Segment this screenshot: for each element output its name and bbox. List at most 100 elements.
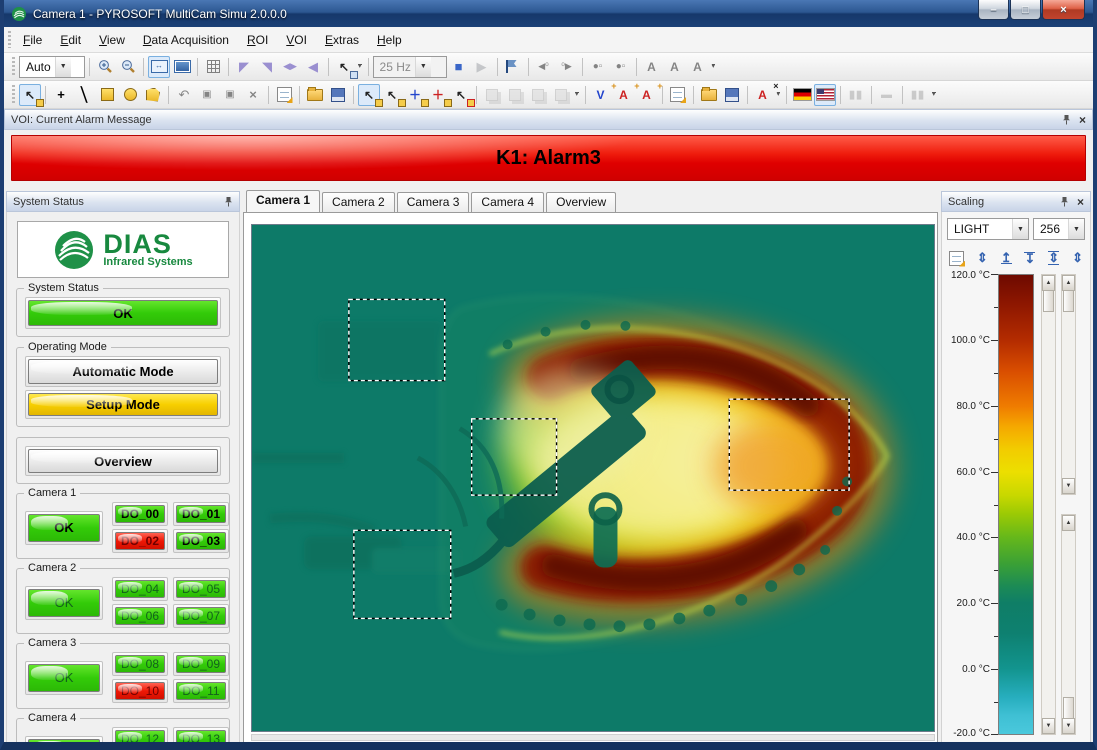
pin-icon[interactable] (224, 196, 233, 207)
toolbar-overflow-icon[interactable]: ▾ (777, 92, 781, 97)
horizontal-scrollbar[interactable] (251, 734, 935, 741)
tab-camera4[interactable]: Camera 4 (471, 192, 544, 212)
combo-arrow-icon[interactable]: ▼ (55, 57, 71, 77)
do-01-indicator[interactable]: DO_01 (176, 505, 226, 523)
voi-save-icon[interactable] (721, 84, 743, 106)
alarm-threshold-add-icon[interactable]: A+ (636, 84, 658, 106)
pin-icon[interactable] (1060, 196, 1069, 207)
compress-range-icon[interactable]: ⇕ (1048, 251, 1059, 265)
scroll-down-icon[interactable]: ▼ (1062, 718, 1075, 734)
do-04-indicator[interactable]: DO_04 (115, 580, 165, 598)
draw-point-icon[interactable]: + (50, 84, 72, 106)
menu-file[interactable]: File (14, 29, 51, 51)
language-german-icon[interactable] (791, 84, 813, 106)
roi-add-point-icon[interactable]: ＋ (404, 84, 426, 106)
alarm-add-icon[interactable]: A+ (613, 84, 635, 106)
roi-save-icon[interactable] (327, 84, 349, 106)
alarm-delete-icon[interactable]: A× (752, 84, 774, 106)
menu-help[interactable]: Help (368, 29, 411, 51)
scroll-thumb[interactable] (1063, 290, 1074, 312)
toolbar-overflow-icon[interactable]: ▾ (358, 64, 362, 69)
draw-polygon-icon[interactable] (142, 84, 164, 106)
select-roi-icon[interactable]: ↖ (19, 84, 41, 106)
do-11-indicator[interactable]: DO_11 (176, 682, 226, 700)
flag-event-icon[interactable] (502, 56, 524, 78)
scaling-settings-icon[interactable] (949, 251, 964, 266)
roi-add-icon[interactable]: ↖ (381, 84, 403, 106)
tab-camera1[interactable]: Camera 1 (246, 190, 320, 212)
rotate-right-icon[interactable]: ◥ (256, 56, 278, 78)
voi-open-icon[interactable] (698, 84, 720, 106)
scale-scrollbar-full[interactable]: ▲ ▼ (1041, 274, 1056, 735)
select-cursor-icon[interactable]: ↖ (333, 56, 355, 78)
grid-icon[interactable] (202, 56, 224, 78)
toolbar-overflow-icon[interactable]: ▾ (575, 92, 579, 97)
toolbar-overflow-icon[interactable]: ▾ (932, 92, 936, 97)
set-lower-limit-icon[interactable]: ↧ (1024, 252, 1035, 264)
set-upper-limit-icon[interactable]: ↥ (1001, 252, 1012, 264)
menu-voi[interactable]: VOI (277, 29, 316, 51)
automatic-mode-button[interactable]: Automatic Mode (28, 359, 218, 384)
thermal-image[interactable] (251, 224, 935, 732)
zoom-mode-combo[interactable]: Auto▼ (19, 56, 85, 78)
do-02-indicator[interactable]: DO_02 (115, 532, 165, 550)
voi-add-icon[interactable]: V+ (590, 84, 612, 106)
roi-delete-icon[interactable]: ↖ (450, 84, 472, 106)
upper-limit-scrollbar[interactable]: ▲ ▼ (1061, 274, 1076, 495)
do-13-indicator[interactable]: DO_13 (176, 730, 226, 744)
close-button[interactable]: × (1042, 0, 1085, 20)
pin-icon[interactable] (1062, 114, 1071, 125)
levels-combo[interactable]: 256▼ (1033, 218, 1085, 240)
lower-limit-scrollbar[interactable]: ▲ ▼ (1061, 514, 1076, 735)
scroll-down-icon[interactable]: ▼ (1042, 718, 1055, 734)
stop-acquisition-icon[interactable]: ■ (448, 56, 470, 78)
close-panel-icon[interactable]: × (1079, 115, 1086, 125)
autoscale-icon[interactable]: ⇕ (977, 250, 988, 266)
scroll-down-icon[interactable]: ▼ (1062, 478, 1075, 494)
voi-edit-icon[interactable] (667, 84, 689, 106)
do-03-indicator[interactable]: DO_03 (176, 532, 226, 550)
zoom-in-icon[interactable] (94, 56, 116, 78)
do-08-indicator[interactable]: DO_08 (115, 655, 165, 673)
minimize-button[interactable]: – (978, 0, 1009, 20)
rotate-left-icon[interactable]: ◤ (233, 56, 255, 78)
flip-horizontal-icon[interactable]: ◀▶ (279, 56, 301, 78)
roi-list-icon[interactable] (273, 84, 295, 106)
scroll-thumb[interactable] (1063, 697, 1074, 719)
do-09-indicator[interactable]: DO_09 (176, 655, 226, 673)
menu-extras[interactable]: Extras (316, 29, 368, 51)
draw-rectangle-icon[interactable] (96, 84, 118, 106)
do-07-indicator[interactable]: DO_07 (176, 607, 226, 625)
close-panel-icon[interactable]: × (1077, 197, 1084, 207)
roi-open-icon[interactable] (304, 84, 326, 106)
zoom-out-icon[interactable] (117, 56, 139, 78)
setup-mode-button[interactable]: Setup Mode (28, 393, 218, 416)
camera3-status-button[interactable]: OK (28, 664, 100, 692)
do-05-indicator[interactable]: DO_05 (176, 580, 226, 598)
roi-select-move-icon[interactable]: ↖ (358, 84, 380, 106)
overview-button[interactable]: Overview (28, 449, 218, 473)
scroll-up-icon[interactable]: ▲ (1062, 515, 1075, 531)
camera4-status-button[interactable]: OK (28, 739, 100, 745)
language-english-icon[interactable] (814, 84, 836, 106)
fullscreen-icon[interactable] (171, 56, 193, 78)
draw-ellipse-icon[interactable] (119, 84, 141, 106)
menu-edit[interactable]: Edit (51, 29, 90, 51)
flip-vertical-icon[interactable]: ◀ (302, 56, 324, 78)
camera2-status-button[interactable]: OK (28, 589, 100, 617)
menu-data-acquisition[interactable]: Data Acquisition (134, 29, 238, 51)
menu-view[interactable]: View (90, 29, 134, 51)
do-00-indicator[interactable]: DO_00 (115, 505, 165, 523)
tab-overview[interactable]: Overview (546, 192, 616, 212)
tab-camera3[interactable]: Camera 3 (397, 192, 470, 212)
scroll-thumb[interactable] (1043, 290, 1054, 312)
fit-width-icon[interactable]: ↔ (148, 56, 170, 78)
scroll-up-icon[interactable]: ▲ (1042, 275, 1055, 291)
do-06-indicator[interactable]: DO_06 (115, 607, 165, 625)
scroll-up-icon[interactable]: ▲ (1062, 275, 1075, 291)
tab-camera2[interactable]: Camera 2 (322, 192, 395, 212)
system-status-ok-button[interactable]: OK (28, 300, 218, 326)
toolbar-overflow-icon[interactable]: ▾ (712, 64, 716, 69)
menu-roi[interactable]: ROI (238, 29, 277, 51)
roi-delete-point-icon[interactable]: ＋ (427, 84, 449, 106)
